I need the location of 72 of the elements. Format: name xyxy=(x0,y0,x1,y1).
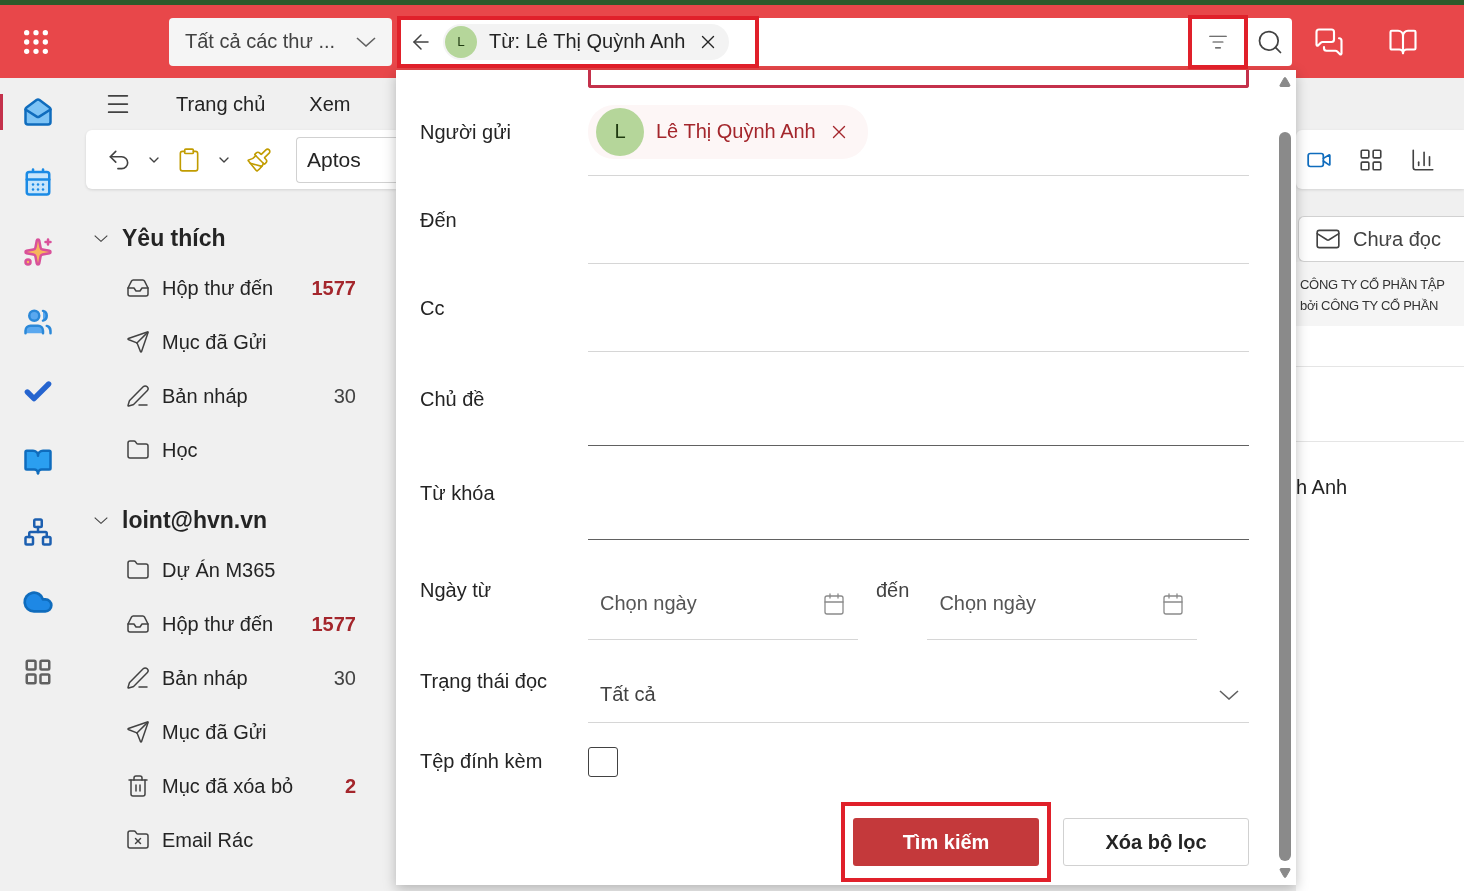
search-query-chip[interactable]: L Từ: Lê Thị Quỳnh Anh xyxy=(443,23,730,60)
field-label: Cc xyxy=(420,296,446,320)
folder-icon xyxy=(126,438,150,462)
attachment-checkbox[interactable] xyxy=(588,746,618,777)
calendar-icon xyxy=(22,167,53,197)
sparkle-icon xyxy=(22,237,53,267)
message-preview[interactable]: CÔNG TY CỔ PHẦN TẬP bởi CÔNG TY CỔ PHẦN xyxy=(1296,262,1464,326)
date-field[interactable]: Chọn ngày xyxy=(927,568,1198,640)
junk-folder-icon xyxy=(126,828,150,852)
calendar-icon xyxy=(1161,591,1186,616)
trash-icon xyxy=(126,774,150,798)
folder-item[interactable]: Mục đã xóa bỏ 2 xyxy=(94,759,356,813)
preview-text: bởi CÔNG TY CỔ PHẦN xyxy=(1300,297,1440,315)
avatar: L xyxy=(445,25,477,58)
inbox-icon xyxy=(126,612,150,636)
search-scope-dropdown[interactable]: Tất cả các thư ... xyxy=(169,17,392,66)
ribbon-tab[interactable]: Xem xyxy=(309,92,351,116)
folder-icon xyxy=(126,558,150,582)
chevron-down-icon xyxy=(1219,689,1239,700)
chevron-down-icon xyxy=(94,234,108,242)
people-icon xyxy=(22,307,53,337)
between-label: đến xyxy=(876,578,910,602)
sender-name: h Anh xyxy=(1296,475,1349,499)
mail-icon xyxy=(22,97,53,127)
folder-group-header[interactable]: Yêu thích xyxy=(94,215,396,261)
calendar-icon xyxy=(822,591,846,616)
send-icon xyxy=(126,330,150,354)
apps-icon[interactable] xyxy=(1358,146,1384,173)
folder-item[interactable]: Email Rác xyxy=(94,813,356,867)
book-icon xyxy=(22,447,53,477)
field-label: Ngày từ xyxy=(420,578,493,602)
pencil-icon xyxy=(126,384,150,408)
folder-item[interactable]: Mục đã Gửi xyxy=(94,705,356,759)
clear-filters-button[interactable]: Xóa bộ lọc xyxy=(1063,818,1249,866)
avatar: L xyxy=(596,107,644,156)
person-name: Lê Thị Quỳnh Anh xyxy=(656,120,816,143)
folder-item[interactable]: Hộp thư đến 1577 xyxy=(94,597,356,651)
ribbon-tab[interactable]: Trang chủ xyxy=(176,92,266,116)
field-label: Từ khóa xyxy=(420,481,496,505)
folder-item[interactable]: Hộp thư đến 1577 xyxy=(94,261,356,315)
field-label: Đến xyxy=(420,208,458,232)
paintbrush-icon[interactable] xyxy=(246,146,272,173)
search-in-field[interactable] xyxy=(588,70,1249,88)
chat-icon[interactable] xyxy=(1314,26,1344,57)
folder-item[interactable]: Bản nháp 30 xyxy=(94,369,356,423)
filter-button[interactable] xyxy=(1188,14,1248,69)
preview-text: CÔNG TY CỔ PHẦN TẬP xyxy=(1300,276,1446,294)
person-chip[interactable]: L Lê Thị Quỳnh Anh xyxy=(588,104,868,159)
search-field[interactable]: L Từ: Lê Thị Quỳnh Anh xyxy=(397,17,1292,66)
folder-group-header[interactable]: loint@hvn.vn xyxy=(94,497,396,543)
field-label: Trạng thái đọc xyxy=(420,670,549,693)
unread-filter-button[interactable]: Chưa đọc xyxy=(1298,216,1464,262)
scroll-down-icon[interactable] xyxy=(1279,867,1291,879)
hierarchy-icon xyxy=(22,517,53,547)
field-label: Tệp đính kèm xyxy=(420,750,544,773)
folder-item[interactable]: Dự Án M365 xyxy=(94,543,356,597)
read-status-dropdown[interactable]: Tất cả xyxy=(588,667,1249,723)
field-label: Người gửi xyxy=(420,120,513,144)
folder-item[interactable]: Mục đã Gửi xyxy=(94,315,356,369)
recipient-field[interactable]: L Lê Thị Quỳnh Anh xyxy=(588,88,1249,176)
chevron-down-icon xyxy=(94,516,108,524)
pencil-icon xyxy=(126,666,150,690)
send-icon xyxy=(126,720,150,744)
scroll-up-icon[interactable] xyxy=(1279,76,1291,88)
field-label: Chủ đề xyxy=(420,387,486,411)
search-button[interactable]: Tìm kiếm xyxy=(853,818,1039,866)
inbox-icon xyxy=(126,276,150,300)
folder-item[interactable]: Bản nháp 30 xyxy=(94,651,356,705)
chevron-down-icon xyxy=(356,36,376,47)
folder-item[interactable]: Học xyxy=(94,423,356,477)
scrollbar-thumb[interactable] xyxy=(1279,132,1291,861)
date-field[interactable]: Chọn ngày xyxy=(588,568,858,640)
